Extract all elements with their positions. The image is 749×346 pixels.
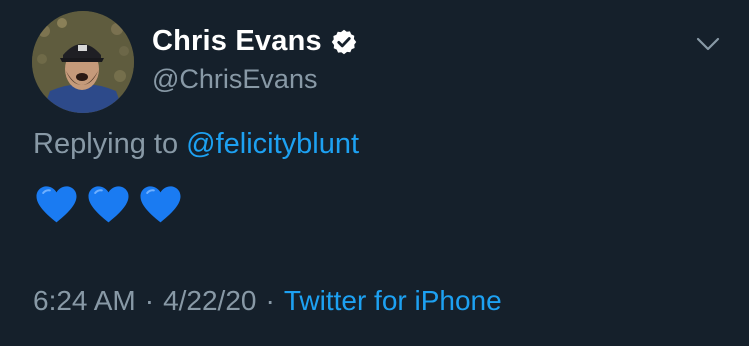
replying-to-prefix: Replying to [33, 128, 179, 160]
avatar[interactable] [32, 11, 134, 113]
tweet-meta: 6:24 AM · 4/22/20 · Twitter for iPhone [33, 285, 502, 317]
author-handle[interactable]: @ChrisEvans [152, 64, 317, 95]
blue-heart-icon [88, 186, 129, 223]
tweet-date[interactable]: 4/22/20 [163, 285, 256, 316]
author-name-text: Chris Evans [152, 25, 322, 57]
tweet-source-link[interactable]: Twitter for iPhone [284, 285, 502, 316]
chevron-down-icon[interactable] [694, 30, 722, 58]
tweet-time[interactable]: 6:24 AM [33, 285, 136, 316]
reply-mention-link[interactable]: @felicityblunt [186, 128, 359, 160]
meta-separator: · [265, 285, 275, 316]
verified-badge-icon [331, 29, 357, 54]
tweet-card: Chris Evans @ChrisEvans Replying to @fel… [0, 0, 749, 346]
replying-to-line: Replying to @felicityblunt [33, 128, 359, 161]
tweet-body [35, 185, 182, 225]
meta-separator: · [144, 285, 155, 316]
avatar-image [32, 11, 134, 113]
blue-heart-icon [140, 186, 181, 223]
blue-heart-icon [36, 186, 77, 223]
author-display-name[interactable]: Chris Evans [152, 25, 358, 58]
